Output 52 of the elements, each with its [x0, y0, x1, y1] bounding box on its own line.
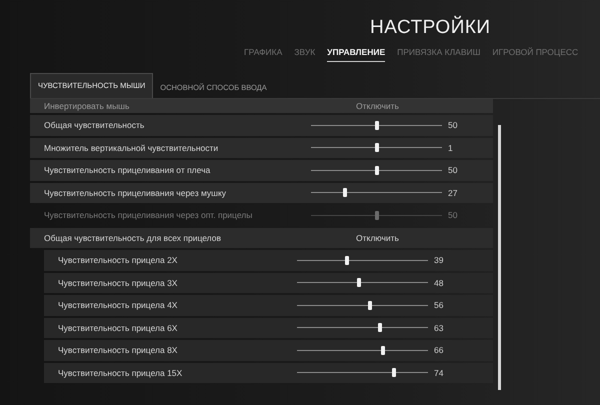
setting-row[interactable]: Чувствительность прицеливания через мушку 27: [30, 182, 493, 203]
setting-row[interactable]: Общая чувствительность для всех прицелов Отключить: [30, 228, 493, 248]
setting-label: Чувствительность прицеливания через мушку: [44, 188, 228, 198]
setting-row[interactable]: Чувствительность прицела 15X 74: [44, 362, 493, 383]
slider-value: 1: [448, 142, 453, 153]
slider-value: 50: [448, 165, 458, 176]
setting-row[interactable]: Чувствительность прицела 8X 66: [44, 340, 493, 360]
slider-thumb[interactable]: [343, 188, 348, 198]
settings-tab[interactable]: УПРАВЛЕНИЕ: [327, 46, 386, 62]
slider-value: 56: [434, 300, 444, 310]
slider-thumb[interactable]: [344, 256, 349, 265]
slider-thumb[interactable]: [368, 300, 372, 310]
setting-row[interactable]: Чувствительность прицела 4X 56: [44, 295, 493, 316]
setting-label: Чувствительность прицела 8X: [58, 345, 178, 356]
page-title: НАСТРОЙКИ: [370, 16, 491, 40]
slider-value: 39: [434, 255, 444, 266]
setting-row[interactable]: Чувствительность прицела 6X 63: [44, 318, 493, 338]
slider-thumb[interactable]: [374, 143, 378, 152]
setting-row[interactable]: Общая чувствительность 50: [30, 115, 493, 136]
scrollbar-thumb[interactable]: [498, 125, 501, 390]
setting-row[interactable]: Инвертировать мышь Отключить: [30, 99, 493, 113]
setting-label: Общая чувствительность для всех прицелов: [44, 232, 222, 243]
setting-row[interactable]: Множитель вертикальной чувствительности 1: [30, 138, 493, 158]
slider-value: 50: [448, 210, 458, 220]
setting-label: Чувствительность прицела 4X: [58, 300, 178, 310]
setting-label: Чувствительность прицела 3X: [58, 278, 178, 288]
setting-label: Чувствительность прицела 6X: [58, 322, 178, 333]
setting-row[interactable]: Чувствительность прицела 2X 39: [44, 250, 493, 270]
setting-label: Чувствительность прицела 2X: [58, 255, 178, 266]
setting-label: Чувствительность прицела 15X: [58, 368, 184, 378]
slider-value: 50: [448, 120, 458, 130]
slider-thumb[interactable]: [381, 346, 386, 355]
slider-thumb[interactable]: [374, 120, 378, 130]
option-value[interactable]: Отключить: [356, 232, 399, 243]
slider-value: 48: [434, 278, 444, 288]
setting-row[interactable]: Чувствительность прицеливания от плеча 50: [30, 160, 493, 180]
slider-thumb[interactable]: [356, 278, 361, 288]
slider-thumb[interactable]: [392, 368, 396, 378]
setting-label: Чувствительность прицеливания через опт. прицелы: [44, 210, 254, 220]
setting-label: Чувствительность прицеливания от плеча: [44, 165, 212, 176]
settings-tab[interactable]: ГРАФИКА: [244, 46, 282, 62]
slider-value: 66: [434, 345, 444, 356]
option-value[interactable]: Отключить: [356, 101, 399, 111]
setting-row[interactable]: Чувствительность прицела 3X 48: [44, 272, 493, 293]
setting-label: Инвертировать мышь: [44, 101, 130, 111]
setting-label: Общая чувствительность: [44, 120, 146, 130]
slider-value: 74: [434, 368, 444, 378]
slider-thumb[interactable]: [374, 166, 378, 175]
slider-value: 27: [448, 188, 458, 198]
slider-value: 63: [434, 322, 444, 333]
slider-thumb[interactable]: [378, 323, 382, 332]
setting-label: Множитель вертикальной чувствительности: [44, 142, 220, 153]
